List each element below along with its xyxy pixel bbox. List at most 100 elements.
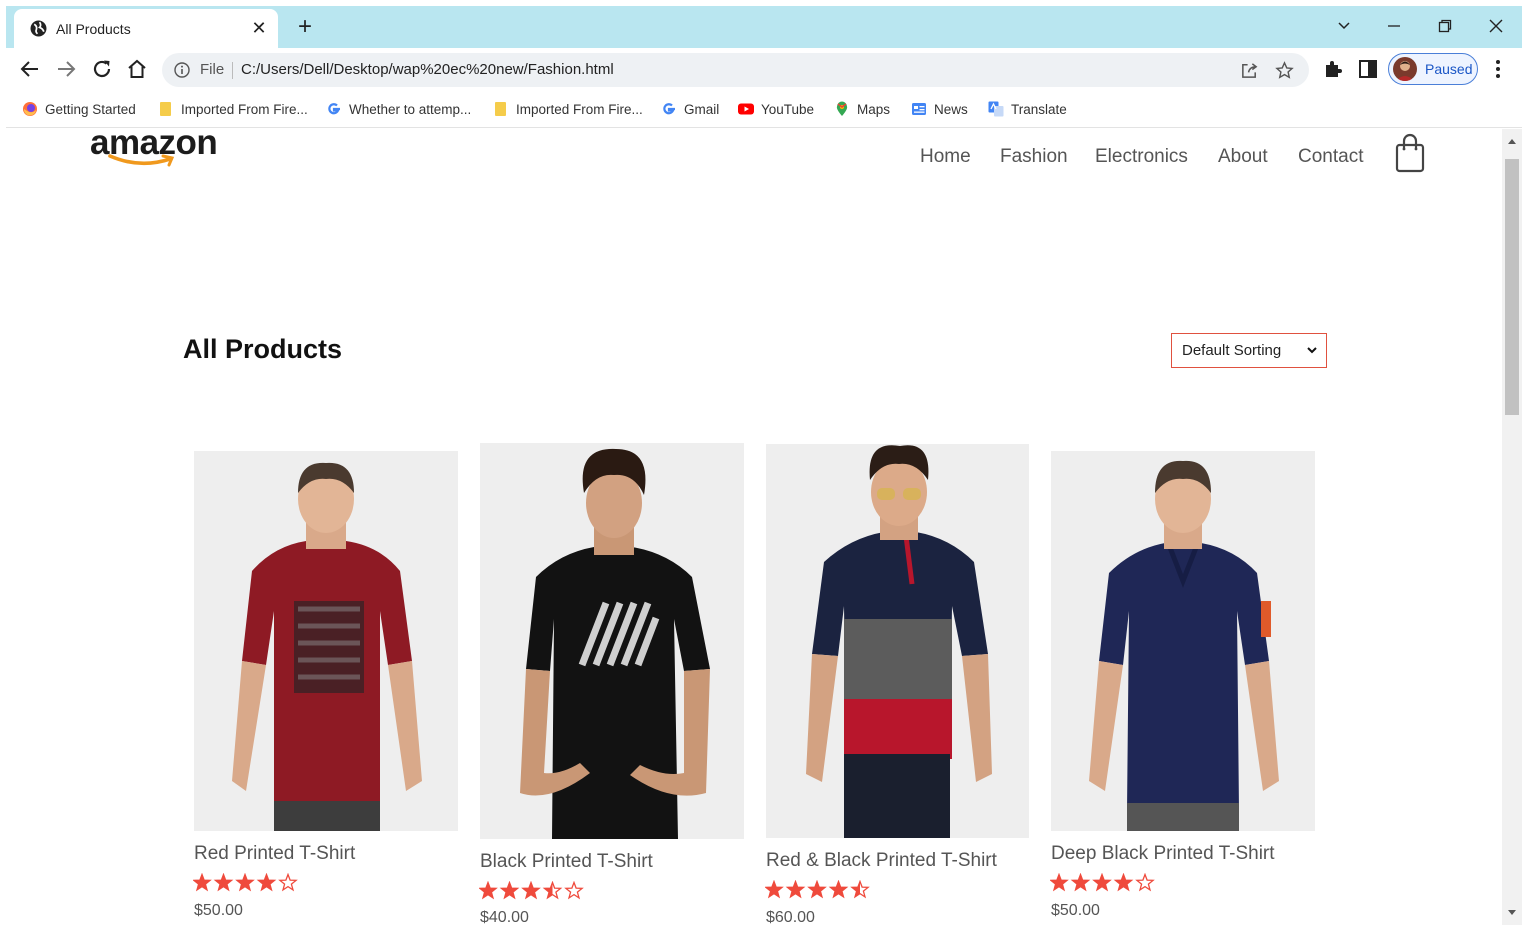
folder-icon bbox=[160, 102, 171, 116]
url-text[interactable]: C:/Users/Dell/Desktop/wap%20ec%20new/Fas… bbox=[241, 61, 614, 78]
product-rating bbox=[193, 873, 298, 892]
tab-strip: All Products ✕ + bbox=[6, 6, 1522, 48]
star-full-icon bbox=[193, 873, 212, 892]
product-rating bbox=[765, 880, 870, 899]
scheme-label: File bbox=[200, 61, 225, 78]
star-empty-icon bbox=[564, 881, 584, 900]
new-tab-icon[interactable]: + bbox=[292, 15, 318, 41]
star-full-icon bbox=[235, 873, 255, 892]
side-panel-icon[interactable] bbox=[1357, 58, 1379, 80]
bookmark-folder-imported-1[interactable]: Imported From Fire... bbox=[158, 99, 308, 119]
web-page: amazon Home Fashion Electronics About Co… bbox=[6, 129, 1502, 925]
star-full-icon bbox=[828, 880, 849, 899]
google-icon bbox=[663, 103, 675, 115]
nav-home[interactable]: Home bbox=[920, 146, 971, 168]
restore-icon[interactable] bbox=[1425, 10, 1465, 42]
model-black-tshirt-image bbox=[480, 443, 744, 839]
star-full-icon bbox=[1070, 873, 1091, 892]
news-icon bbox=[912, 103, 926, 115]
product-image[interactable] bbox=[194, 451, 458, 831]
bookmark-label: Translate bbox=[1011, 101, 1067, 117]
tab-title: All Products bbox=[56, 21, 131, 37]
minimize-icon[interactable] bbox=[1374, 10, 1414, 42]
bookmark-youtube[interactable]: YouTube bbox=[738, 99, 814, 119]
scroll-up-arrow-icon[interactable] bbox=[1507, 137, 1517, 145]
forward-arrow-icon[interactable] bbox=[54, 57, 78, 81]
model-navy-polo-image bbox=[1051, 451, 1315, 831]
firefox-icon bbox=[23, 102, 37, 116]
info-icon[interactable] bbox=[174, 62, 190, 78]
star-empty-icon bbox=[1135, 873, 1155, 892]
address-bar[interactable]: File C:/Users/Dell/Desktop/wap%20ec%20ne… bbox=[162, 53, 1309, 87]
star-half-icon bbox=[542, 881, 563, 900]
more-menu-icon[interactable] bbox=[1490, 57, 1506, 81]
translate-icon bbox=[988, 101, 1004, 117]
product-image[interactable] bbox=[480, 443, 744, 839]
omnibox-divider bbox=[232, 62, 233, 79]
active-tab[interactable]: All Products ✕ bbox=[14, 9, 278, 48]
nav-about[interactable]: About bbox=[1218, 146, 1268, 168]
sort-selected-value: Default Sorting bbox=[1182, 342, 1282, 359]
bookmark-translate[interactable]: Translate bbox=[988, 99, 1067, 119]
bookmark-whether-to-attempt[interactable]: Whether to attemp... bbox=[326, 99, 471, 119]
product-name[interactable]: Black Printed T-Shirt bbox=[480, 851, 653, 873]
nav-fashion[interactable]: Fashion bbox=[1000, 146, 1068, 168]
product-image[interactable] bbox=[766, 444, 1029, 838]
star-full-icon bbox=[213, 873, 234, 892]
tab-close-icon[interactable]: ✕ bbox=[248, 17, 270, 39]
star-full-icon bbox=[785, 880, 806, 899]
bookmark-getting-started[interactable]: Getting Started bbox=[22, 99, 136, 119]
star-empty-icon bbox=[278, 873, 298, 892]
page-title: All Products bbox=[183, 334, 343, 364]
bookmark-label: YouTube bbox=[761, 101, 815, 117]
maps-pin-icon bbox=[836, 101, 848, 116]
close-window-icon[interactable] bbox=[1476, 10, 1516, 42]
product-price: $50.00 bbox=[1051, 902, 1100, 919]
page-scrollbar[interactable] bbox=[1502, 129, 1522, 925]
bookmark-maps[interactable]: Maps bbox=[834, 99, 890, 119]
tab-search-chevron-icon[interactable] bbox=[1324, 10, 1364, 42]
profile-button[interactable]: Paused bbox=[1388, 53, 1478, 85]
nav-contact[interactable]: Contact bbox=[1298, 146, 1363, 168]
home-icon[interactable] bbox=[125, 57, 149, 81]
star-full-icon bbox=[1050, 873, 1069, 892]
star-full-icon bbox=[807, 880, 827, 899]
extensions-puzzle-icon[interactable] bbox=[1322, 58, 1344, 80]
google-icon bbox=[328, 103, 340, 115]
avatar bbox=[1393, 57, 1417, 81]
bookmarks-bar: Getting Started Imported From Fire... Wh… bbox=[6, 90, 1522, 128]
product-name[interactable]: Deep Black Printed T-Shirt bbox=[1051, 843, 1275, 865]
product-rating bbox=[479, 881, 584, 900]
scrollbar-thumb[interactable] bbox=[1505, 159, 1519, 415]
site-logo[interactable]: amazon bbox=[90, 129, 230, 175]
star-full-icon bbox=[256, 873, 277, 892]
back-arrow-icon[interactable] bbox=[18, 57, 42, 81]
bookmark-gmail[interactable]: Gmail bbox=[661, 99, 719, 119]
reload-icon[interactable] bbox=[90, 57, 114, 81]
sort-select[interactable]: Default Sorting bbox=[1171, 333, 1327, 368]
star-full-icon bbox=[521, 881, 541, 900]
star-full-icon bbox=[499, 881, 520, 900]
model-red-tshirt-image bbox=[194, 451, 458, 831]
browser-toolbar: File C:/Users/Dell/Desktop/wap%20ec%20ne… bbox=[6, 48, 1522, 90]
bookmark-label: Getting Started bbox=[45, 101, 136, 117]
bookmark-label: Whether to attemp... bbox=[349, 101, 472, 117]
youtube-icon bbox=[738, 103, 754, 115]
bookmark-label: Imported From Fire... bbox=[516, 101, 643, 117]
product-name[interactable]: Red & Black Printed T-Shirt bbox=[766, 850, 997, 872]
product-image[interactable] bbox=[1051, 451, 1315, 831]
bookmark-label: Maps bbox=[857, 101, 891, 117]
bookmark-folder-imported-2[interactable]: Imported From Fire... bbox=[493, 99, 643, 119]
bookmark-star-icon[interactable] bbox=[1275, 61, 1294, 80]
star-full-icon bbox=[1113, 873, 1134, 892]
shopping-bag-icon[interactable] bbox=[1395, 133, 1425, 173]
star-full-icon bbox=[765, 880, 784, 899]
product-name[interactable]: Red Printed T-Shirt bbox=[194, 843, 355, 865]
bookmark-news[interactable]: News bbox=[911, 99, 968, 119]
folder-icon bbox=[495, 102, 506, 116]
scroll-down-arrow-icon[interactable] bbox=[1507, 909, 1517, 917]
product-price: $40.00 bbox=[480, 909, 529, 925]
product-price: $60.00 bbox=[766, 909, 815, 925]
share-icon[interactable] bbox=[1240, 61, 1259, 80]
nav-electronics[interactable]: Electronics bbox=[1095, 146, 1188, 168]
